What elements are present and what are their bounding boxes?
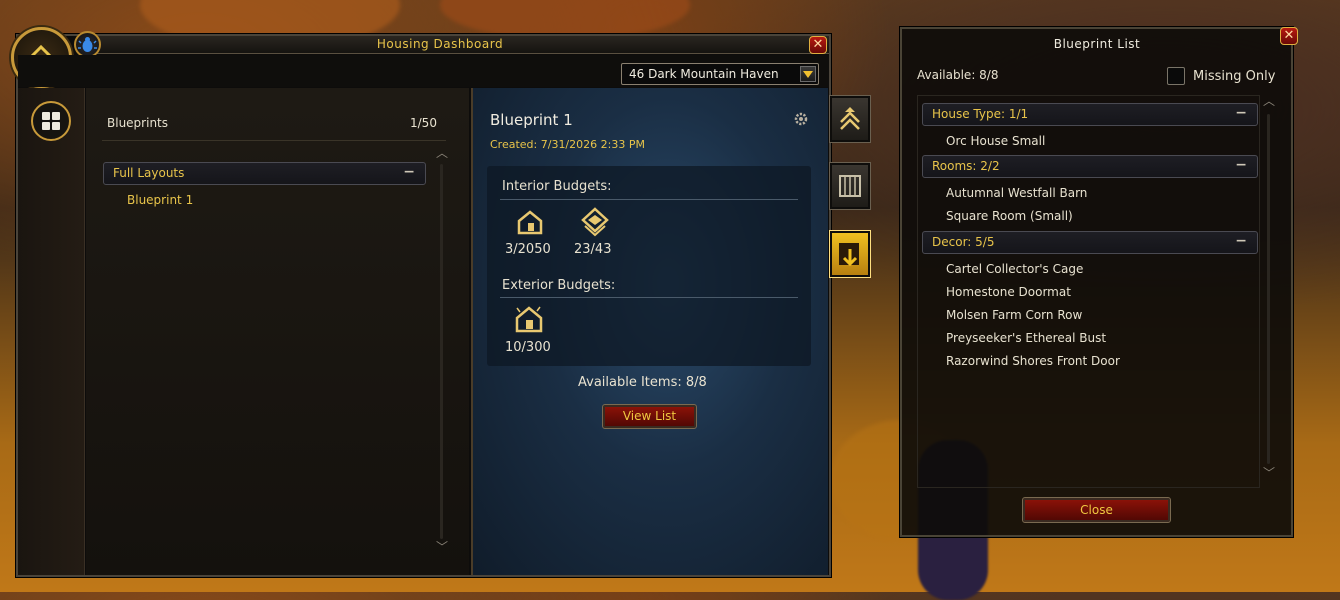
divider [500,199,798,200]
blueprints-count: 1/50 [410,116,437,130]
blueprint-tab-icon[interactable] [829,230,871,278]
close-button[interactable]: Close [1022,497,1171,523]
house-select-dropdown[interactable]: 46 Dark Mountain Haven [621,63,819,85]
blueprints-scrollbar[interactable]: ︿ ﹀ [436,147,448,558]
gear-icon[interactable] [793,111,809,127]
decor-label: Decor: 5/5 [932,235,995,249]
scroll-down-icon[interactable]: ﹀ [436,541,448,554]
exterior-budget: 10/300 [505,340,551,355]
blueprint-list-close-icon[interactable]: ✕ [1280,27,1298,45]
view-list-button[interactable]: View List [602,404,697,429]
list-item: Homestone Doormat [946,285,1071,299]
scroll-up-icon[interactable]: ︿ [436,147,448,160]
interior-budgets-label: Interior Budgets: [502,179,612,194]
list-item: Preyseeker's Ethereal Bust [946,331,1107,345]
full-layouts-header[interactable]: Full Layouts − [103,162,426,185]
rooms-label: Rooms: 2/2 [932,159,1000,173]
collapse-icon[interactable]: − [1235,157,1247,173]
list-item: Razorwind Shores Front Door [946,354,1120,368]
interior-rooms-budget: 23/43 [574,242,612,257]
house-upgrade-tab-icon[interactable] [829,95,871,143]
available-count: Available: 8/8 [917,68,999,82]
exterior-budgets-label: Exterior Budgets: [502,278,616,293]
divider [500,297,798,298]
list-item: Orc House Small [946,134,1046,148]
scroll-up-icon[interactable]: ︿ [1263,95,1275,107]
interior-decor-budget: 3/2050 [505,242,551,257]
scroll-track[interactable] [440,164,443,539]
list-item: Square Room (Small) [946,209,1073,223]
interior-rooms-icon [580,206,610,238]
blueprint-list-title: Blueprint List [1053,37,1141,51]
decor-header[interactable]: Decor: 5/5 − [922,231,1258,254]
collapse-icon[interactable]: − [1235,233,1247,249]
blueprint-name: Blueprint 1 [490,111,573,129]
blueprints-label: Blueprints [107,116,169,130]
list-item: Cartel Collector's Cage [946,262,1084,276]
collapse-icon[interactable]: − [1235,105,1247,121]
budgets-box [487,166,811,366]
scroll-down-icon[interactable]: ﹀ [1263,467,1275,479]
missing-only-label[interactable]: Missing Only [1193,69,1275,84]
list-item: Molsen Farm Corn Row [946,308,1083,322]
missing-only-checkbox[interactable] [1167,67,1185,85]
house-select-value: 46 Dark Mountain Haven [629,67,779,81]
dropdown-arrow-icon[interactable] [800,66,816,82]
blueprint-list-scrollbar[interactable]: ︿ ﹀ [1262,95,1276,486]
scroll-track[interactable] [1267,114,1270,464]
blueprint-created-date: Created: 7/31/2026 2:33 PM [490,138,645,151]
left-category-strip [18,88,85,575]
interior-house-icon [515,208,545,236]
available-items: Available Items: 8/8 [578,375,707,390]
dashboard-close-button[interactable]: ✕ [809,36,827,54]
blueprint-list-item[interactable]: Blueprint 1 [127,193,193,207]
divider [102,140,446,141]
house-type-label: House Type: 1/1 [932,107,1029,121]
exterior-house-icon [513,304,545,334]
bug-icon[interactable] [74,31,101,58]
rooms-header[interactable]: Rooms: 2/2 − [922,155,1258,178]
list-item: Autumnal Westfall Barn [946,186,1088,200]
house-type-header[interactable]: House Type: 1/1 − [922,103,1258,126]
catalog-tab-icon[interactable] [829,162,871,210]
full-layouts-label: Full Layouts [113,166,185,180]
dashboard-title: Housing Dashboard [376,37,504,51]
collapse-icon[interactable]: − [403,164,415,180]
grid-layout-icon[interactable] [31,101,71,141]
